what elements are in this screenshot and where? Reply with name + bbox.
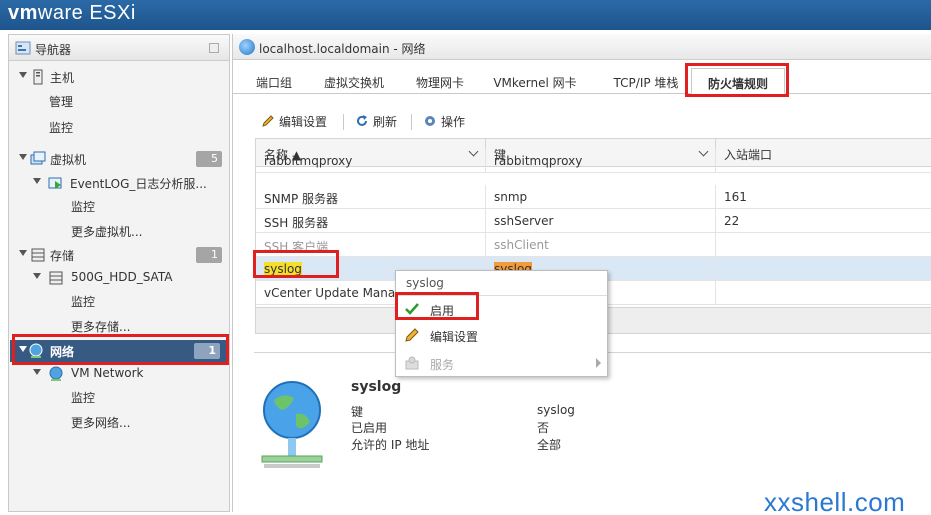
nav-vm-network[interactable]: VM Network xyxy=(8,363,228,385)
network-count-badge: 1 xyxy=(194,343,220,359)
nav-more-storage[interactable]: 更多存储... xyxy=(8,315,228,337)
collapse-navigator-button[interactable] xyxy=(209,43,219,53)
tab-port-groups[interactable]: 端口组 xyxy=(241,68,307,94)
services-icon xyxy=(405,356,419,370)
nav-network-monitor[interactable]: 监控 xyxy=(8,386,228,408)
storage-count-badge: 1 xyxy=(196,247,222,263)
menu-item-enable[interactable]: 启用 xyxy=(396,296,607,322)
submenu-arrow-icon xyxy=(596,358,601,368)
vmware-esxi-logo: vmware ESXi xyxy=(8,2,136,24)
main-header: localhost.localdomain - 网络 xyxy=(233,34,931,60)
details-value: 全部 xyxy=(537,438,562,452)
tab-vswitches[interactable]: 虚拟交换机 xyxy=(313,68,395,94)
nav-network[interactable]: 网络 1 xyxy=(10,340,226,362)
refresh-icon xyxy=(357,115,367,126)
details-title: syslog xyxy=(351,379,402,395)
toolbar: 编辑设置 刷新 操作 xyxy=(233,110,931,134)
nav-storage[interactable]: 存储 1 xyxy=(8,244,228,266)
table-row[interactable]: SSH 客户端 sshClient xyxy=(256,233,931,257)
nav-host[interactable]: 主机 xyxy=(8,66,228,88)
page-title: localhost.localdomain - 网络 xyxy=(259,42,426,56)
details-value: 否 xyxy=(537,421,550,435)
toolbar-divider xyxy=(411,114,412,130)
table-row[interactable]: SNMP 服务器 snmp 161 xyxy=(256,185,931,209)
details-label: 允许的 IP 地址 xyxy=(351,438,430,452)
details-label: 键 xyxy=(351,405,364,419)
network-icon xyxy=(29,343,43,358)
nav-storage-monitor[interactable]: 监控 xyxy=(8,290,228,312)
nav-vm-eventlog[interactable]: EventLOG_日志分析服... xyxy=(8,172,228,194)
table-row[interactable]: rabbitmqproxy rabbitmqproxy xyxy=(256,149,931,173)
nav-host-monitor[interactable]: 监控 xyxy=(8,116,228,138)
pencil-icon xyxy=(262,115,274,127)
navigator-title: 导航器 xyxy=(35,43,72,57)
vm-running-icon xyxy=(48,177,62,189)
tab-physical-nics[interactable]: 物理网卡 xyxy=(403,68,477,94)
host-icon xyxy=(33,69,43,85)
actions-button[interactable]: 操作 xyxy=(423,113,465,130)
nav-host-manage[interactable]: 管理 xyxy=(8,90,228,112)
network-icon xyxy=(49,366,63,381)
watermark: xxshell.com xyxy=(764,487,906,515)
tab-firewall-rules[interactable]: 防火墙规则 xyxy=(691,68,785,94)
gear-icon xyxy=(425,116,435,126)
context-menu: syslog 启用 编辑设置 服务 xyxy=(395,270,608,377)
pencil-icon xyxy=(405,328,419,342)
tab-tcpip-stacks[interactable]: TCP/IP 堆栈 xyxy=(599,68,693,94)
navigator-header: 导航器 xyxy=(9,35,229,61)
toolbar-divider xyxy=(343,114,344,130)
nav-vms[interactable]: 虚拟机 5 xyxy=(8,148,228,170)
details-value: syslog xyxy=(537,403,575,417)
nav-datastore[interactable]: 500G_HDD_SATA xyxy=(8,267,228,289)
storage-icon xyxy=(31,248,45,262)
nav-vm-monitor[interactable]: 监控 xyxy=(8,195,228,217)
datastore-icon xyxy=(49,271,63,285)
network-globe-icon xyxy=(261,381,323,468)
vm-icon xyxy=(30,151,46,165)
vm-count-badge: 5 xyxy=(196,151,222,167)
table-row[interactable]: SSH 服务器 sshServer 22 xyxy=(256,209,931,233)
menu-item-services[interactable]: 服务 xyxy=(396,350,607,376)
tab-bar: 端口组 虚拟交换机 物理网卡 VMkernel 网卡 TCP/IP 堆栈 防火墙… xyxy=(233,64,931,94)
details-label: 已启用 xyxy=(351,421,388,435)
check-icon xyxy=(405,303,419,315)
tab-vmkernel-nics[interactable]: VMkernel 网卡 xyxy=(487,68,583,94)
edit-settings-button[interactable]: 编辑设置 xyxy=(261,113,327,130)
globe-icon xyxy=(239,39,255,55)
context-menu-title: syslog xyxy=(406,276,444,290)
navigator-icon xyxy=(15,41,31,55)
nav-more-networks[interactable]: 更多网络... xyxy=(8,411,228,433)
nav-more-vms[interactable]: 更多虚拟机... xyxy=(8,220,228,242)
top-header: vmware ESXi xyxy=(0,0,931,30)
refresh-button[interactable]: 刷新 xyxy=(355,113,397,130)
menu-item-edit-settings[interactable]: 编辑设置 xyxy=(396,322,607,348)
